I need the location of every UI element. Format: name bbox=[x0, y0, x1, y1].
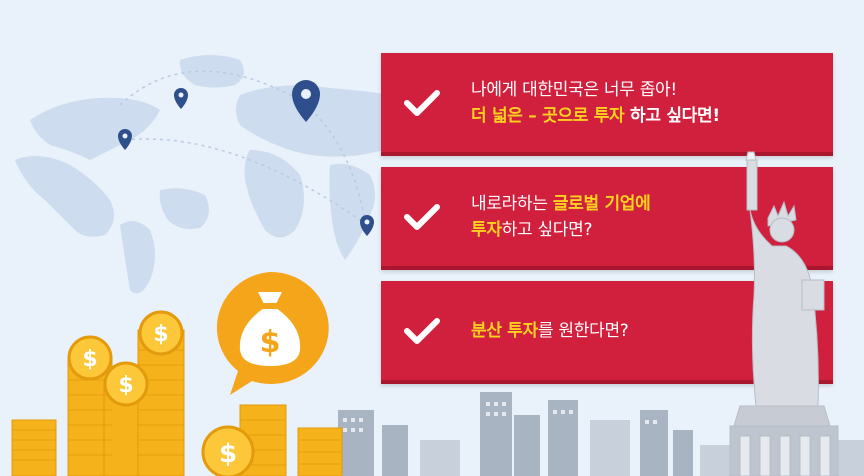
card-text: 나에게 대한민국은 너무 좁아! 더 넓은 – 곳으로 투자 하고 싶다면! bbox=[471, 77, 823, 129]
svg-text:$: $ bbox=[82, 347, 97, 372]
check-icon bbox=[404, 203, 440, 230]
svg-text:$: $ bbox=[219, 439, 237, 469]
promo-banner: $ $ $ $ $ 나에게 대한민국은 너무 좁아! 더 넓은 – 곳으로 투자… bbox=[0, 0, 864, 476]
statue-of-liberty-icon bbox=[729, 151, 839, 476]
dollar-coin-icon: $ bbox=[138, 310, 184, 356]
card-line: 나에게 대한민국은 너무 좁아! bbox=[471, 79, 677, 100]
promo-card-1: 나에게 대한민국은 너무 좁아! 더 넓은 – 곳으로 투자 하고 싶다면! bbox=[381, 53, 833, 156]
check-icon bbox=[404, 317, 440, 344]
card-line: 더 넓은 – 곳으로 투자 하고 싶다면! bbox=[471, 105, 720, 126]
dollar-coin-icon: $ bbox=[67, 335, 113, 381]
svg-text:$: $ bbox=[153, 322, 168, 347]
check-icon bbox=[404, 89, 440, 116]
dollar-coin-icon: $ bbox=[201, 425, 255, 476]
money-bag-icon: $ bbox=[216, 271, 329, 395]
svg-text:$: $ bbox=[260, 325, 281, 360]
svg-text:$: $ bbox=[118, 373, 133, 398]
dollar-coin-icon: $ bbox=[103, 361, 149, 407]
